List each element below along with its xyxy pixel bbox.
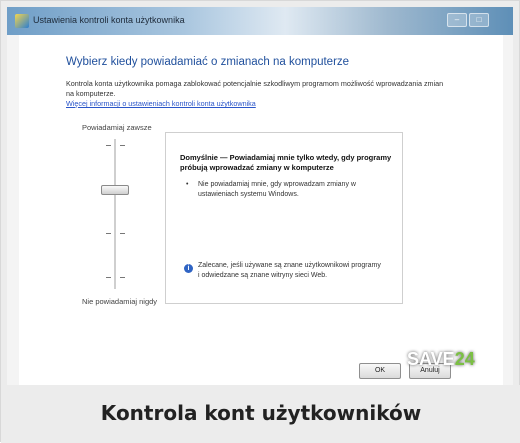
image-frame: Ustawienia kontroli konta użytkownika – …	[0, 0, 520, 443]
setting-title: Domyślnie — Powiadamiaj mnie tylko wtedy…	[180, 153, 392, 172]
window-title: Ustawienia kontroli konta użytkownika	[33, 15, 185, 25]
slider-tick	[120, 277, 125, 278]
caption-title: Kontrola kont użytkowników	[100, 401, 422, 425]
slider-bottom-label: Nie powiadamiaj nigdy	[82, 297, 158, 306]
slider-tick	[120, 145, 125, 146]
slider-tick	[106, 145, 111, 146]
setting-bullet: Nie powiadamiaj mnie, gdy wprowadzam zmi…	[198, 181, 356, 198]
slider-track[interactable]	[114, 139, 116, 289]
ok-button[interactable]: OK	[359, 363, 401, 379]
slider-top-label: Powiadamiaj zawsze	[82, 123, 152, 132]
uac-shield-icon	[15, 14, 29, 28]
minimize-button[interactable]: –	[447, 13, 467, 27]
slider-tick	[106, 233, 111, 234]
bullet-icon: •	[186, 181, 189, 188]
maximize-button[interactable]: □	[469, 13, 489, 27]
description-text: Kontrola konta użytkownika pomaga zablok…	[66, 79, 444, 98]
watermark-logo: SAVE24	[407, 349, 475, 369]
title-bar: Ustawienia kontroli konta użytkownika – …	[7, 7, 513, 35]
slider-tick	[120, 233, 125, 234]
uac-window: Ustawienia kontroli konta użytkownika – …	[7, 7, 513, 385]
slider-tick	[106, 277, 111, 278]
slider-thumb[interactable]	[101, 185, 129, 195]
recommendation-note: Zalecane, jeśli używane są znane użytkow…	[198, 262, 381, 279]
content-area: Wybierz kiedy powiadamiać o zmianach na …	[19, 35, 503, 385]
caption-bar: Kontrola kont użytkowników	[1, 385, 520, 443]
page-heading: Wybierz kiedy powiadamiać o zmianach na …	[66, 56, 350, 68]
info-icon: i	[184, 264, 193, 273]
setting-info-panel: Domyślnie — Powiadamiaj mnie tylko wtedy…	[165, 132, 403, 304]
more-info-link[interactable]: Więcej informacji o ustawieniach kontrol…	[66, 99, 256, 108]
